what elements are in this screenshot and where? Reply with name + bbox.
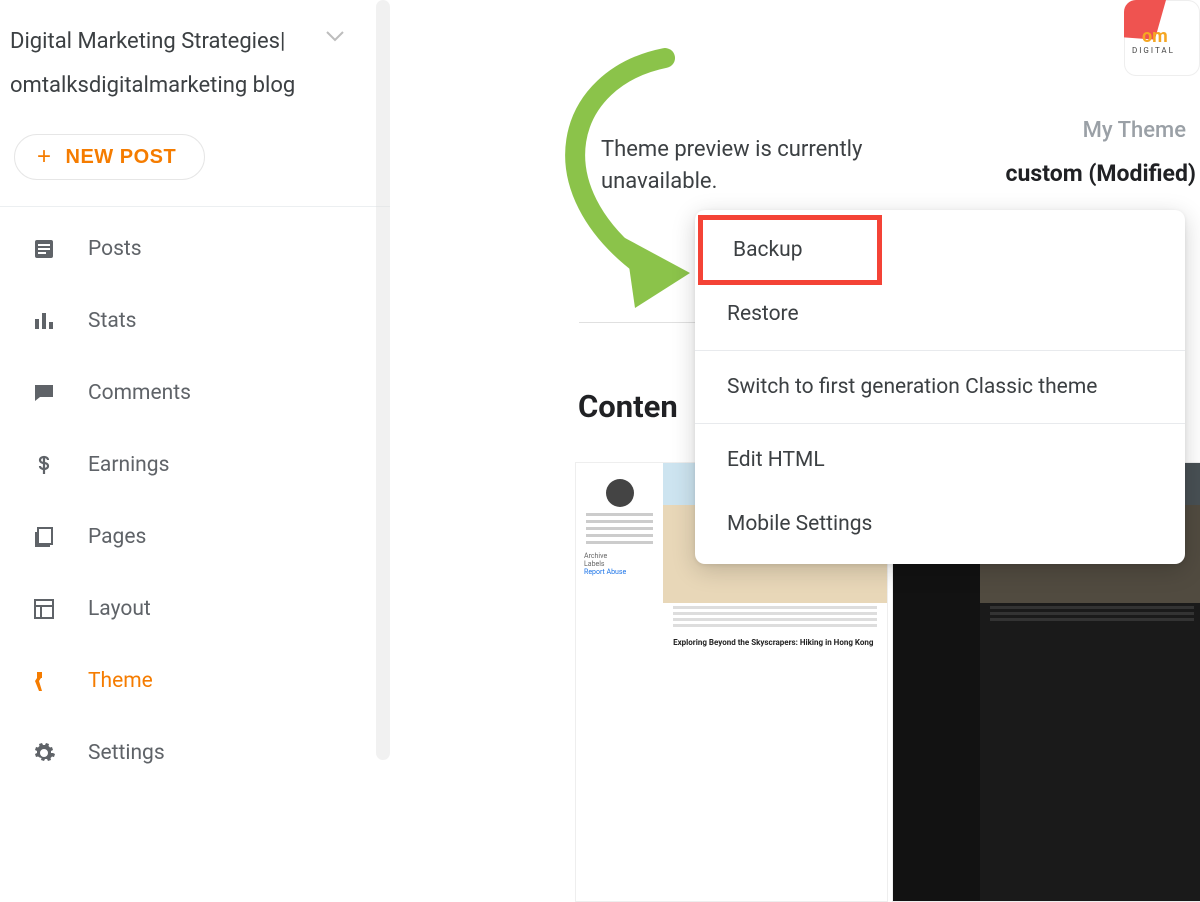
blog-selector[interactable]: Digital Marketing Strategies| omtalksdig… bbox=[0, 12, 390, 116]
sidebar-item-label: Posts bbox=[88, 237, 142, 261]
blog-title: Digital Marketing Strategies| omtalksdig… bbox=[10, 20, 366, 108]
thumb-post-title: Exploring Beyond the Skyscrapers: Hiking… bbox=[663, 630, 887, 649]
new-post-label: NEW POST bbox=[66, 146, 177, 169]
menu-item-edit-html[interactable]: Edit HTML bbox=[695, 428, 1185, 492]
sidebar-item-earnings[interactable]: Earnings bbox=[0, 429, 390, 501]
menu-item-backup[interactable]: Backup bbox=[701, 218, 879, 282]
plus-icon: + bbox=[37, 145, 52, 169]
sidebar: Digital Marketing Strategies| omtalksdig… bbox=[0, 0, 390, 900]
pages-icon bbox=[30, 523, 58, 551]
settings-icon bbox=[30, 739, 58, 767]
sidebar-item-settings[interactable]: Settings bbox=[0, 717, 390, 789]
sidebar-item-label: Earnings bbox=[88, 453, 169, 477]
comments-icon bbox=[30, 379, 58, 407]
brand-logo: om DIGITAL bbox=[1124, 0, 1200, 76]
sidebar-item-layout[interactable]: Layout bbox=[0, 573, 390, 645]
posts-icon bbox=[30, 235, 58, 263]
thumb-labels-label: Labels bbox=[584, 560, 655, 568]
menu-item-switch-classic[interactable]: Switch to first generation Classic theme bbox=[695, 355, 1185, 419]
sidebar-item-posts[interactable]: Posts bbox=[0, 213, 390, 285]
sidebar-item-label: Theme bbox=[88, 669, 153, 693]
brand-mark: om bbox=[1142, 26, 1168, 47]
theme-icon bbox=[30, 667, 58, 695]
theme-preview-unavailable: Theme preview is currently unavailable. bbox=[601, 134, 921, 198]
menu-item-mobile-settings[interactable]: Mobile Settings bbox=[695, 492, 1185, 556]
menu-separator bbox=[695, 423, 1185, 424]
menu-separator bbox=[695, 350, 1185, 351]
brand-subtext: DIGITAL bbox=[1132, 46, 1175, 55]
sidebar-item-comments[interactable]: Comments bbox=[0, 357, 390, 429]
sidebar-nav: Posts Stats Comments Earnings Pages bbox=[0, 213, 390, 789]
sidebar-divider bbox=[0, 206, 390, 207]
thumb-archive-label: Archive bbox=[584, 552, 655, 560]
theme-options-menu: Backup Restore Switch to first generatio… bbox=[695, 210, 1185, 564]
thumb-report-label: Report Abuse bbox=[584, 568, 655, 576]
earnings-icon bbox=[30, 451, 58, 479]
sidebar-item-stats[interactable]: Stats bbox=[0, 285, 390, 357]
stats-icon bbox=[30, 307, 58, 335]
my-theme-name: custom (Modified) bbox=[1006, 160, 1196, 187]
menu-item-restore[interactable]: Restore bbox=[695, 282, 1185, 346]
sidebar-item-label: Stats bbox=[88, 309, 136, 333]
sidebar-item-theme[interactable]: Theme bbox=[0, 645, 390, 717]
sidebar-item-label: Pages bbox=[88, 525, 146, 549]
my-theme-caption: My Theme bbox=[1083, 118, 1186, 143]
section-heading: Conten bbox=[578, 388, 678, 425]
sidebar-item-label: Comments bbox=[88, 381, 191, 405]
new-post-button[interactable]: + NEW POST bbox=[14, 134, 205, 180]
sidebar-item-label: Layout bbox=[88, 597, 151, 621]
layout-icon bbox=[30, 595, 58, 623]
caret-down-icon bbox=[326, 28, 344, 47]
sidebar-item-label: Settings bbox=[88, 741, 165, 765]
main-content: om DIGITAL My Theme custom (Modified) Th… bbox=[415, 0, 1200, 900]
sidebar-item-pages[interactable]: Pages bbox=[0, 501, 390, 573]
